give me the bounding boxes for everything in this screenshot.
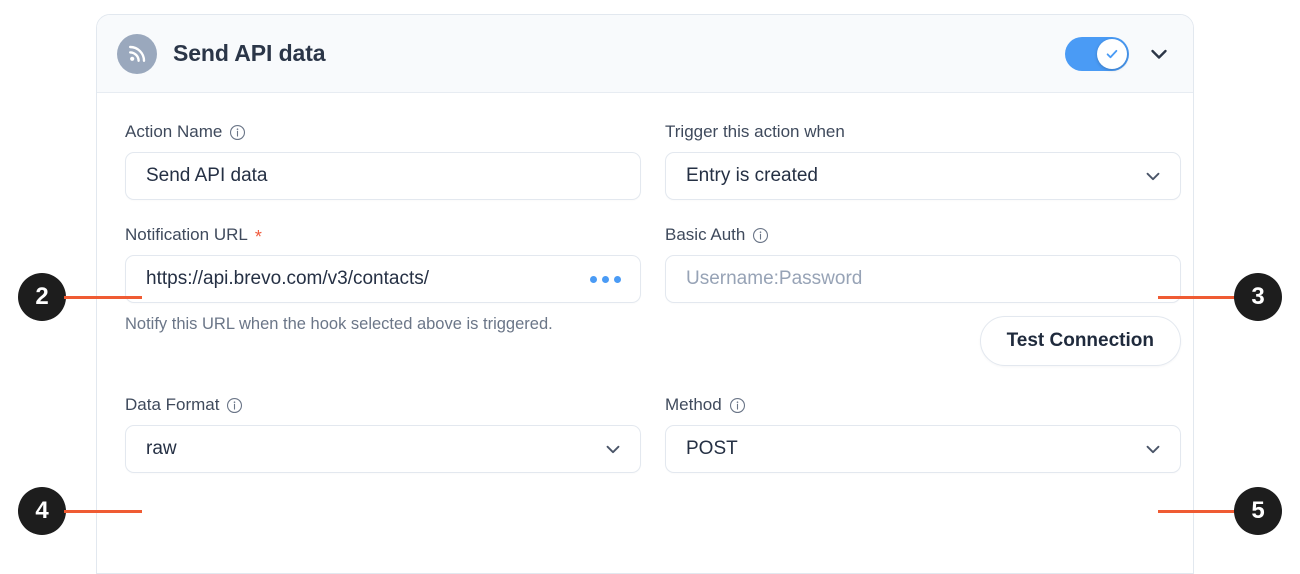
trigger-when-select[interactable]: Entry is created	[665, 152, 1181, 200]
check-icon	[1106, 49, 1118, 58]
data-format-label-text: Data Format	[125, 395, 220, 414]
action-name-field: Action Name Send API data	[125, 121, 641, 200]
trigger-when-label: Trigger this action when	[665, 121, 1181, 143]
card-title: Send API data	[173, 40, 326, 66]
ellipsis-icon[interactable]	[590, 275, 624, 283]
callout-line	[1158, 509, 1236, 513]
notification-url-value: https://api.brevo.com/v3/contacts/	[146, 268, 430, 289]
callout-2: 2	[18, 273, 142, 321]
basic-auth-input[interactable]: Username:Password	[665, 255, 1181, 303]
toggle-knob	[1097, 38, 1127, 69]
test-connection-row: Test Connection	[665, 316, 1181, 366]
info-circle-icon[interactable]	[729, 397, 746, 414]
body-bottom-spacer	[125, 473, 1165, 509]
card-header-left: Send API data	[117, 33, 1065, 74]
method-label-text: Method	[665, 395, 722, 414]
chevron-down-icon	[1151, 49, 1167, 59]
basic-auth-label: Basic Auth	[665, 224, 1181, 246]
callout-3: 3	[1158, 273, 1282, 321]
chevron-down-icon	[1146, 172, 1160, 181]
notification-url-label: Notification URL *	[125, 224, 641, 246]
callout-line	[1158, 295, 1236, 299]
callout-number: 4	[18, 487, 66, 535]
collapse-card-button[interactable]	[1147, 42, 1171, 66]
send-api-data-card: Send API data Action Name Send API data …	[96, 14, 1194, 574]
callout-4: 4	[18, 487, 142, 535]
trigger-when-label-text: Trigger this action when	[665, 122, 845, 141]
action-name-label-text: Action Name	[125, 122, 223, 141]
notification-url-field: Notification URL * https://api.brevo.com…	[125, 224, 641, 366]
callout-line	[64, 295, 142, 299]
notification-url-input[interactable]: https://api.brevo.com/v3/contacts/	[125, 255, 641, 303]
card-header: Send API data	[97, 15, 1193, 93]
method-label: Method	[665, 394, 1181, 416]
callout-line	[64, 509, 142, 513]
form-row-3: Data Format raw Method POST	[125, 394, 1181, 473]
callout-number: 5	[1234, 487, 1282, 535]
trigger-when-field: Trigger this action when Entry is create…	[665, 121, 1181, 200]
info-circle-icon[interactable]	[752, 227, 769, 244]
enable-action-toggle[interactable]	[1065, 36, 1129, 71]
method-field: Method POST	[665, 394, 1181, 473]
action-name-label: Action Name	[125, 121, 641, 143]
notification-url-label-text: Notification URL	[125, 225, 248, 244]
data-format-label: Data Format	[125, 394, 641, 416]
callout-5: 5	[1158, 487, 1282, 535]
action-name-input[interactable]: Send API data	[125, 152, 641, 200]
basic-auth-placeholder: Username:Password	[686, 268, 863, 289]
form-row-1: Action Name Send API data Trigger this a…	[125, 121, 1181, 200]
callout-number: 2	[18, 273, 66, 321]
data-format-value: raw	[146, 438, 177, 459]
card-body: Action Name Send API data Trigger this a…	[97, 93, 1193, 509]
method-value: POST	[686, 438, 738, 459]
action-name-value: Send API data	[146, 165, 268, 186]
required-asterisk: *	[254, 227, 262, 247]
trigger-when-value: Entry is created	[686, 165, 818, 186]
callout-number: 3	[1234, 273, 1282, 321]
card-header-right	[1065, 36, 1171, 71]
test-connection-button[interactable]: Test Connection	[979, 316, 1181, 366]
basic-auth-label-text: Basic Auth	[665, 225, 746, 244]
info-circle-icon[interactable]	[229, 124, 246, 141]
data-format-select[interactable]: raw	[125, 425, 641, 473]
method-select[interactable]: POST	[665, 425, 1181, 473]
chevron-down-icon	[606, 445, 620, 454]
chevron-down-icon	[1146, 445, 1160, 454]
data-format-field: Data Format raw	[125, 394, 641, 473]
rss-broadcast-icon	[117, 33, 157, 74]
info-circle-icon[interactable]	[226, 397, 243, 414]
notification-url-helper-text: Notify this URL when the hook selected a…	[125, 315, 553, 333]
form-row-2: Notification URL * https://api.brevo.com…	[125, 224, 1181, 366]
basic-auth-field: Basic Auth Username:Password Test Connec…	[665, 224, 1181, 366]
